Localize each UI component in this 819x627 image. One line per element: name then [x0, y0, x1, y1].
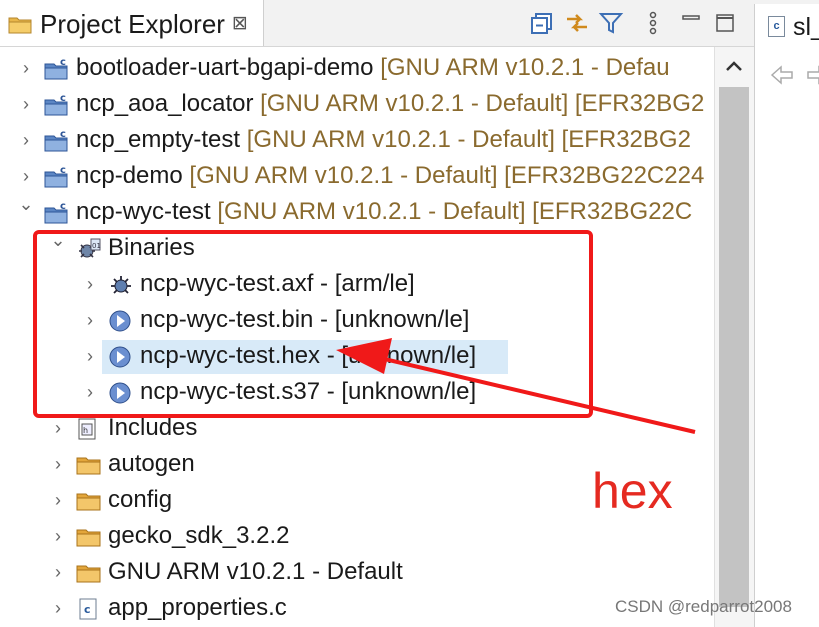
annotation-label: hex: [592, 463, 673, 519]
watermark: CSDN @redparrot2008: [615, 597, 792, 616]
annotation-arrow: [336, 338, 696, 434]
